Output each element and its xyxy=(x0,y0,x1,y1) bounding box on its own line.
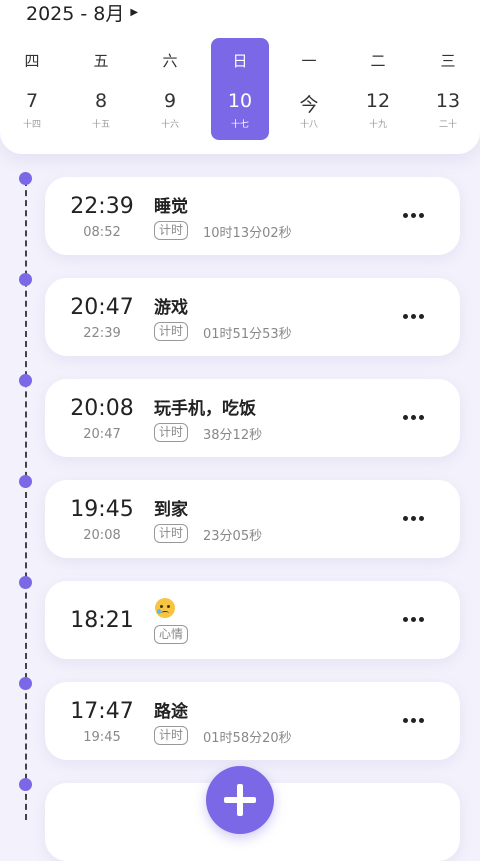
entry-card[interactable]: 19:45 20:08 到家 计时 23分05秒 xyxy=(45,480,460,558)
timeline-dot xyxy=(19,172,32,185)
day-tue[interactable]: 二 12 十九 xyxy=(349,38,407,140)
weekday-label: 二 xyxy=(370,52,386,70)
weekday-label: 一 xyxy=(301,52,317,70)
entry-duration: 01时58分20秒 xyxy=(203,731,292,746)
more-options-icon[interactable] xyxy=(403,314,424,319)
lunar-date: 十八 xyxy=(299,120,318,130)
entry-tag: 计时 xyxy=(154,726,189,745)
end-time: 08:52 xyxy=(83,225,121,240)
entry-duration: 01时51分53秒 xyxy=(203,327,292,342)
entry-card[interactable]: 20:47 22:39 游戏 计时 01时51分53秒 xyxy=(45,278,460,356)
lunar-date: 十七 xyxy=(230,120,249,130)
lunar-date: 十五 xyxy=(91,120,110,130)
entry-card[interactable]: 22:39 08:52 睡觉 计时 10时13分02秒 xyxy=(45,177,460,255)
more-options-icon[interactable] xyxy=(403,516,424,521)
entry-title: 玩手机，吃饭 xyxy=(154,399,256,419)
timeline-dot xyxy=(19,273,32,286)
entry-duration: 38分12秒 xyxy=(203,428,263,443)
day-number: 10 xyxy=(227,90,253,112)
plus-icon-bar xyxy=(224,797,256,803)
timeline-dot xyxy=(19,374,32,387)
timeline-dot xyxy=(19,576,32,589)
more-options-icon[interactable] xyxy=(403,617,424,622)
end-time: 22:39 xyxy=(83,326,121,341)
start-time: 18:21 xyxy=(70,608,134,633)
weekday-label: 三 xyxy=(440,52,456,70)
start-time: 19:45 xyxy=(70,497,134,522)
start-time: 20:08 xyxy=(70,396,134,421)
day-number: 7 xyxy=(25,90,39,112)
calendar-header: 2025 - 8月 ▶ 四 7 十四 五 8 十五 六 9 十六 日 10 十七… xyxy=(0,0,480,154)
lunar-date: 十九 xyxy=(368,120,387,130)
day-number: 9 xyxy=(163,90,177,112)
caret-right-icon: ▶ xyxy=(130,6,139,18)
entry-card[interactable]: 20:08 20:47 玩手机，吃饭 计时 38分12秒 xyxy=(45,379,460,457)
day-mon-today[interactable]: 一 今 十八 xyxy=(280,38,338,140)
entry-duration: 23分05秒 xyxy=(203,529,263,544)
day-sat[interactable]: 六 9 十六 xyxy=(141,38,199,140)
month-picker[interactable]: 2025 - 8月 ▶ xyxy=(26,0,139,25)
more-options-icon[interactable] xyxy=(403,415,424,420)
entry-title: 到家 xyxy=(154,500,188,520)
day-thu[interactable]: 四 7 十四 xyxy=(3,38,61,140)
entry-tag: 计时 xyxy=(154,423,189,442)
day-number: 12 xyxy=(365,90,391,112)
timeline-dot xyxy=(19,475,32,488)
entry-tag: 计时 xyxy=(154,524,189,543)
day-fri[interactable]: 五 8 十五 xyxy=(72,38,130,140)
timeline-dot xyxy=(19,778,32,791)
start-time: 20:47 xyxy=(70,295,134,320)
entry-card[interactable]: 17:47 19:45 路途 计时 01时58分20秒 xyxy=(45,682,460,760)
weekday-label: 五 xyxy=(93,52,109,70)
entry-tag: 计时 xyxy=(154,322,189,341)
more-options-icon[interactable] xyxy=(403,718,424,723)
end-time: 19:45 xyxy=(83,730,121,745)
weekday-label: 六 xyxy=(162,52,178,70)
entry-card-mood[interactable]: 18:21 心情 xyxy=(45,581,460,659)
day-sun-selected[interactable]: 日 10 十七 xyxy=(211,38,269,140)
start-time: 22:39 xyxy=(70,194,134,219)
lunar-date: 十四 xyxy=(22,120,41,130)
weekday-label: 四 xyxy=(24,52,40,70)
weekday-label: 日 xyxy=(232,52,248,70)
month-label: 2025 - 8月 xyxy=(26,2,125,25)
entry-tag: 计时 xyxy=(154,221,189,240)
day-number: 今 xyxy=(299,94,319,116)
add-entry-button[interactable] xyxy=(206,766,274,834)
entry-title: 游戏 xyxy=(154,298,188,318)
day-number: 13 xyxy=(435,90,461,112)
day-wed[interactable]: 三 13 二十 xyxy=(419,38,477,140)
more-options-icon[interactable] xyxy=(403,213,424,218)
timeline-dot xyxy=(19,677,32,690)
lunar-date: 十六 xyxy=(160,120,179,130)
lunar-date: 二十 xyxy=(438,120,457,130)
entry-title: 睡觉 xyxy=(154,197,188,217)
end-time: 20:47 xyxy=(83,427,121,442)
entry-tag: 心情 xyxy=(154,625,189,644)
day-number: 8 xyxy=(94,90,108,112)
start-time: 17:47 xyxy=(70,699,134,724)
crying-face-icon xyxy=(155,598,175,618)
entry-duration: 10时13分02秒 xyxy=(203,226,292,241)
end-time: 20:08 xyxy=(83,528,121,543)
entry-title: 路途 xyxy=(154,702,188,722)
